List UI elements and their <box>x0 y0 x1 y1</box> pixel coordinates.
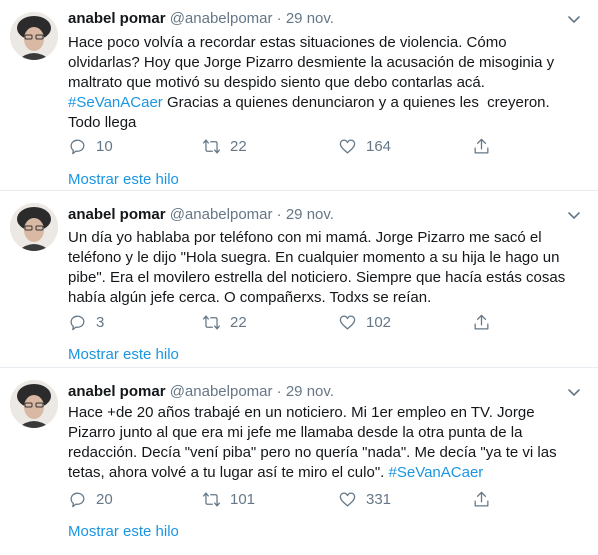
separator-dot: · <box>276 206 282 223</box>
text-line: Pizarro junto al que era mi jefe me llam… <box>68 424 523 441</box>
reply-count: 20 <box>96 490 113 508</box>
like-button[interactable]: 164 <box>338 136 391 156</box>
text-line: pibe". Era el movilero estrella del noti… <box>68 269 566 286</box>
chevron-down-icon[interactable] <box>566 208 582 224</box>
author-handle[interactable]: @anabelpomar <box>170 10 273 27</box>
share-icon <box>474 491 489 506</box>
reply-button[interactable]: 20 <box>68 489 113 509</box>
like-button[interactable]: 331 <box>338 489 391 509</box>
text-line: Gracias a quienes denunciaron y a quiene… <box>166 94 550 111</box>
share-icon <box>474 314 489 329</box>
share-icon <box>474 138 489 153</box>
hashtag-link[interactable]: #SeVanACaer <box>389 464 484 481</box>
hashtag-link[interactable]: #SeVanACaer <box>68 94 163 111</box>
reply-button[interactable]: 10 <box>68 136 113 156</box>
reply-icon <box>70 315 85 330</box>
separator-dot: · <box>276 10 282 27</box>
tweet-text: Hace +de 20 años trabajé en un noticiero… <box>68 403 586 483</box>
text-line: había algún jefe cerca. O compañerxs. To… <box>68 289 432 306</box>
text-line: maltrato que motivó su despido siento qu… <box>68 74 485 91</box>
like-button[interactable]: 102 <box>338 312 391 332</box>
tweet[interactable]: anabel pomar @anabelpomar · 29 nov. Un d… <box>0 191 598 368</box>
author-name[interactable]: anabel pomar <box>68 10 166 27</box>
tweet-date[interactable]: 29 nov. <box>286 10 334 27</box>
show-thread-link[interactable]: Mostrar este hilo <box>68 170 179 190</box>
tweet-date[interactable]: 29 nov. <box>286 206 334 223</box>
text-line: Todo llega <box>68 114 137 131</box>
retweet-button[interactable]: 22 <box>202 312 247 332</box>
tweet-header: anabel pomar @anabelpomar · 29 nov. <box>68 205 334 225</box>
show-thread-link[interactable]: Mostrar este hilo <box>68 522 179 542</box>
separator-dot: · <box>276 383 282 400</box>
reply-count: 10 <box>96 137 113 155</box>
retweet-button[interactable]: 101 <box>202 489 255 509</box>
retweet-count: 22 <box>230 137 247 155</box>
tweet-header: anabel pomar @anabelpomar · 29 nov. <box>68 382 334 402</box>
reply-button[interactable]: 3 <box>68 312 104 332</box>
text-line: teléfono y le dijo "Hola suegra. En cual… <box>68 249 560 266</box>
chevron-down-icon[interactable] <box>566 12 582 28</box>
tweet-date[interactable]: 29 nov. <box>286 383 334 400</box>
avatar[interactable] <box>10 12 58 60</box>
text-line: redacción. Decía "vení piba" pero no que… <box>68 444 557 461</box>
like-count: 102 <box>366 313 392 331</box>
author-name[interactable]: anabel pomar <box>68 206 166 223</box>
text-line: Hace +de 20 años trabajé en un noticiero… <box>68 404 535 421</box>
retweet-icon <box>202 492 221 506</box>
tweet-header: anabel pomar @anabelpomar · 29 nov. <box>68 9 334 29</box>
share-button[interactable] <box>472 312 500 332</box>
heart-icon <box>339 492 356 506</box>
author-name[interactable]: anabel pomar <box>68 383 166 400</box>
tweet-actions: 20 101 331 <box>68 489 498 509</box>
avatar[interactable] <box>10 380 58 428</box>
tweet-feed: anabel pomar @anabelpomar · 29 nov. Hace… <box>0 0 598 555</box>
heart-icon <box>339 315 356 329</box>
author-handle[interactable]: @anabelpomar <box>170 383 273 400</box>
heart-icon <box>339 139 356 153</box>
reply-icon <box>70 492 85 507</box>
author-handle[interactable]: @anabelpomar <box>170 206 273 223</box>
like-count: 164 <box>366 137 392 155</box>
text-line: Hace poco volvía a recordar estas situac… <box>68 34 507 51</box>
tweet-actions: 10 22 164 <box>68 136 498 156</box>
tweet[interactable]: anabel pomar @anabelpomar · 29 nov. Hace… <box>0 0 598 191</box>
retweet-count: 22 <box>230 313 247 331</box>
reply-count: 3 <box>96 313 105 331</box>
tweet[interactable]: anabel pomar @anabelpomar · 29 nov. Hace… <box>0 368 598 555</box>
avatar[interactable] <box>10 203 58 251</box>
retweet-button[interactable]: 22 <box>202 136 247 156</box>
tweet-text: Hace poco volvía a recordar estas situac… <box>68 33 586 133</box>
show-thread-link[interactable]: Mostrar este hilo <box>68 345 179 365</box>
text-line: tetas, ahora volvé a tu lugar así te mir… <box>68 464 385 481</box>
chevron-down-icon[interactable] <box>566 385 582 401</box>
text-line: Un día yo hablaba por teléfono con mi ma… <box>68 229 542 246</box>
tweet-actions: 3 22 102 <box>68 312 498 332</box>
retweet-icon <box>202 139 221 153</box>
share-button[interactable] <box>472 136 500 156</box>
share-button[interactable] <box>472 489 500 509</box>
reply-icon <box>70 139 85 154</box>
like-count: 331 <box>366 490 392 508</box>
text-line: olvidarlas? Hoy que Jorge Pizarro desmie… <box>68 54 555 71</box>
tweet-text: Un día yo hablaba por teléfono con mi ma… <box>68 228 586 308</box>
retweet-icon <box>202 315 221 329</box>
retweet-count: 101 <box>230 490 256 508</box>
